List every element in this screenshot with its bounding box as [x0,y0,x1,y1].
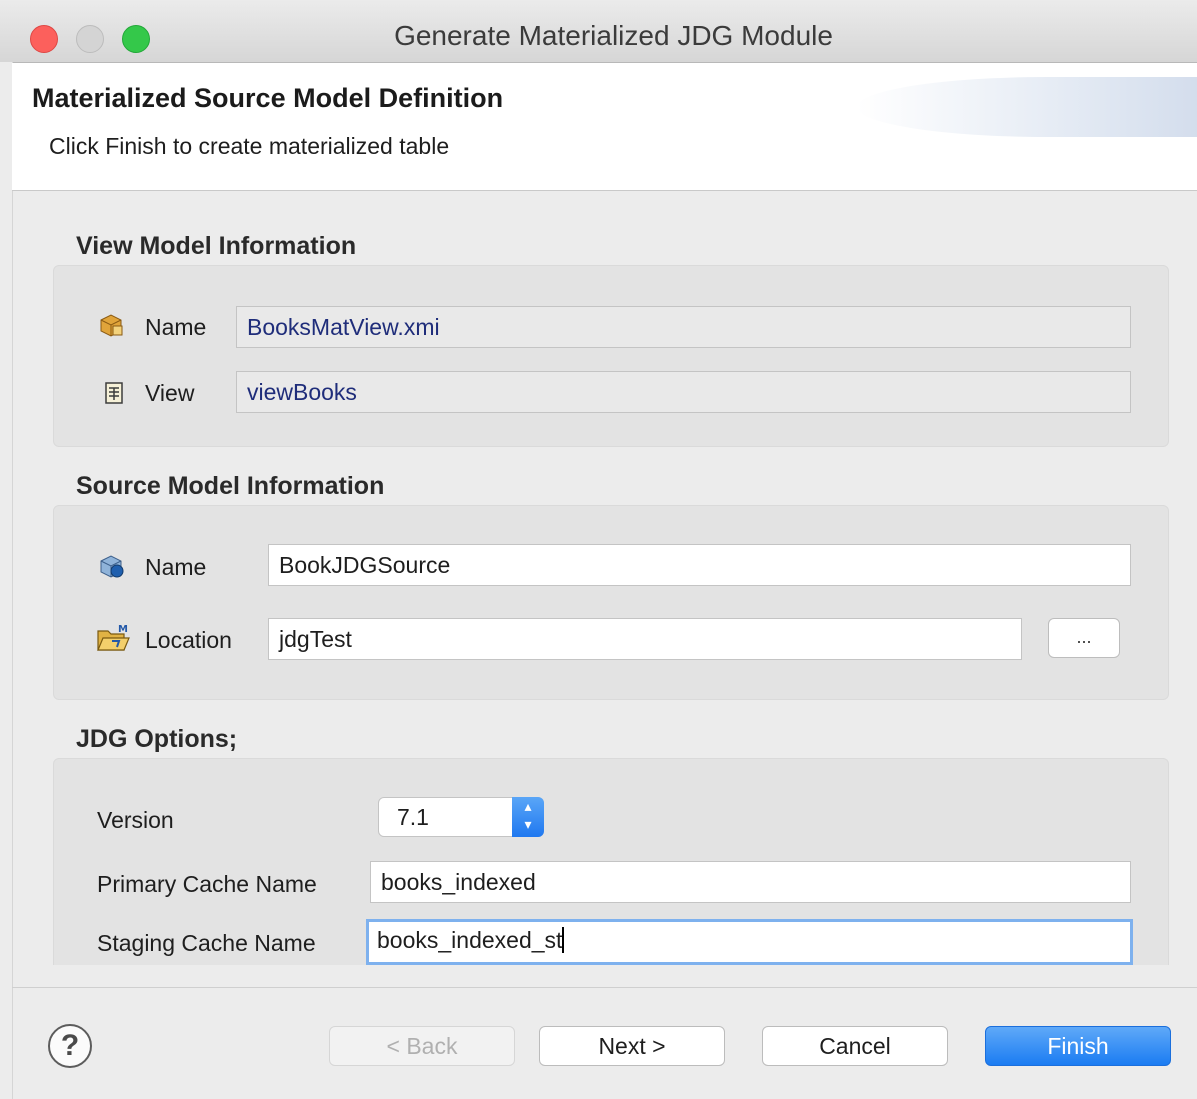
primary-cache-input[interactable]: books_indexed [370,861,1131,903]
folder-model-icon: M [97,624,130,651]
cancel-button[interactable]: Cancel [762,1026,948,1066]
source-model-name-label: Name [145,554,207,580]
view-model-name-label: Name [145,314,207,340]
view-model-heading: View Model Information [76,232,357,260]
next-button[interactable]: Next > [539,1026,725,1066]
source-model-group: Name BookJDGSource M Location jdgTest ..… [53,505,1169,700]
version-select[interactable]: 7.1 ▴ ▾ [378,797,544,837]
version-selected-value: 7.1 [397,804,429,830]
window-edge [0,62,13,1099]
jdg-options-heading: JDG Options; [76,725,238,753]
staging-cache-value: books_indexed_st [377,927,563,953]
view-label: View [145,380,195,406]
staging-cache-label: Staging Cache Name [97,930,316,956]
jdg-options-group: Version 7.1 ▴ ▾ Primary Cache Name books_… [53,758,1169,965]
view-model-group: Name BooksMatView.xmi View viewBooks [53,265,1169,447]
model-package-icon [100,314,123,337]
location-input[interactable]: jdgTest [268,618,1022,660]
version-label: Version [97,807,174,833]
footer-divider [12,987,1197,988]
window-title: Generate Materialized JDG Module [394,20,833,51]
source-model-icon [100,555,124,578]
help-icon[interactable]: ? [48,1024,92,1068]
source-model-heading: Source Model Information [76,472,385,500]
text-caret [562,927,565,953]
view-field[interactable]: viewBooks [236,371,1131,413]
page-title: Materialized Source Model Definition [32,83,504,113]
browse-location-button[interactable]: ... [1048,618,1120,658]
back-button[interactable]: < Back [329,1026,515,1066]
title-bar[interactable]: Generate Materialized JDG Module [0,0,1197,63]
dialog-window: Generate Materialized JDG Module Materia… [0,0,1197,1099]
staging-cache-input[interactable]: books_indexed_st [366,919,1133,965]
view-table-icon [105,382,123,404]
source-model-name-input[interactable]: BookJDGSource [268,544,1131,586]
finish-button[interactable]: Finish [985,1026,1171,1066]
svg-text:M: M [118,624,128,635]
stepper-arrows-icon[interactable]: ▴ ▾ [512,797,544,837]
page-description: Click Finish to create materialized tabl… [49,133,450,159]
wizard-banner: Materialized Source Model Definition Cli… [12,63,1197,191]
banner-graphic [857,77,1197,137]
view-model-name-field[interactable]: BooksMatView.xmi [236,306,1131,348]
location-label: Location [145,627,232,653]
primary-cache-label: Primary Cache Name [97,871,317,897]
